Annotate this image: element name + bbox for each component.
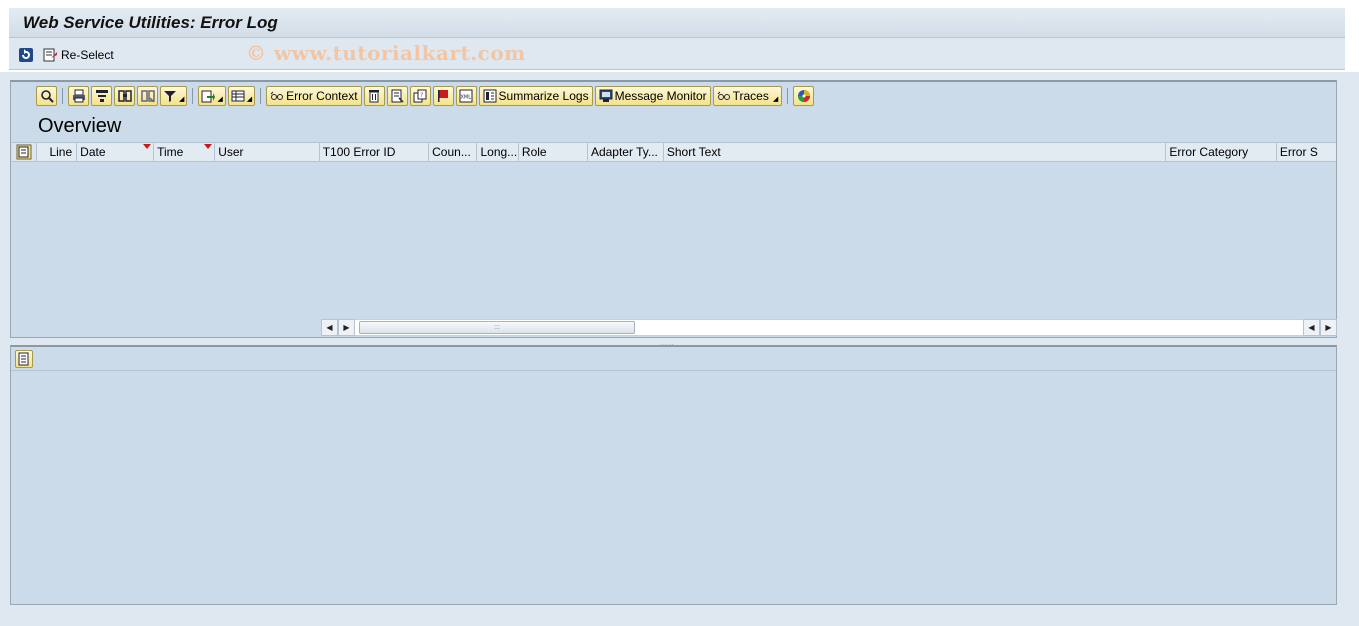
scroll-thumb[interactable]: :::: [359, 320, 635, 334]
layout-icon: [231, 90, 245, 102]
find-next-button[interactable]: [137, 86, 158, 106]
sort-button[interactable]: [91, 86, 112, 106]
find-next-icon: [140, 90, 155, 103]
error-context-button[interactable]: Error Context: [266, 86, 362, 106]
toolbar-separator: [260, 88, 262, 104]
reselect-button[interactable]: Re-Select: [43, 46, 114, 64]
flag-icon: [438, 90, 449, 102]
column-header-error-category[interactable]: Error Category: [1166, 143, 1277, 161]
copy-document-button[interactable]: ?: [409, 86, 431, 106]
dropdown-arrow-icon: ◢: [217, 96, 223, 103]
svg-text:XML: XML: [461, 95, 472, 101]
grid-header: Line Date Time User T100 Error ID Coun..…: [12, 142, 1336, 162]
column-header-user[interactable]: User: [215, 143, 320, 161]
print-button[interactable]: [68, 86, 89, 106]
content-area: ◢ ◢ ◢ Error Context ? XML Summarize Logs…: [0, 72, 1359, 626]
watermark: © www.tutorialkart.com: [246, 41, 526, 65]
column-header-date[interactable]: Date: [77, 143, 155, 161]
layout-button[interactable]: ◢: [227, 86, 256, 106]
message-monitor-button[interactable]: Message Monitor: [594, 86, 711, 106]
scroll-page-left-button[interactable]: ◀: [1303, 318, 1320, 336]
glasses-icon: [270, 91, 284, 100]
reselect-label: Re-Select: [61, 48, 114, 62]
grid-toolbar: ◢ ◢ ◢ Error Context ? XML Summarize Logs…: [11, 83, 1336, 109]
column-layout-button[interactable]: [12, 143, 37, 161]
toolbar-separator: [192, 88, 194, 104]
trash-icon: [369, 90, 380, 103]
page-title: Web Service Utilities: Error Log: [23, 13, 278, 32]
error-context-label: Error Context: [286, 89, 358, 103]
detail-layout-button[interactable]: [15, 350, 33, 368]
column-header-adapter-type[interactable]: Adapter Ty...: [588, 143, 664, 161]
scroll-left-button[interactable]: ◀: [321, 318, 338, 336]
reselect-icon: [43, 48, 57, 61]
details-icon: [40, 90, 54, 103]
sort-icon: [95, 90, 108, 102]
dropdown-arrow-icon: ◢: [772, 96, 779, 103]
detail-grid-container: [10, 345, 1337, 605]
scroll-right-button[interactable]: ▶: [338, 318, 355, 336]
export-button[interactable]: ◢: [198, 86, 226, 106]
divider: [11, 370, 1336, 371]
layout-settings-icon: [18, 352, 29, 366]
scroll-track[interactable]: :::: [355, 318, 1303, 336]
monitor-icon: [599, 89, 613, 102]
scroll-page-right-button[interactable]: ▶: [1320, 318, 1337, 336]
column-header-error-s[interactable]: Error S: [1277, 143, 1336, 161]
find-button[interactable]: [114, 86, 135, 106]
overview-grid-container: ◢ ◢ ◢ Error Context ? XML Summarize Logs…: [10, 80, 1337, 338]
horizontal-scrollbar[interactable]: ◀ ▶ ::: ◀ ▶: [321, 318, 1337, 336]
traces-label: Traces: [732, 89, 769, 103]
column-header-count[interactable]: Coun...: [429, 143, 478, 161]
summarize-logs-button[interactable]: Summarize Logs: [478, 86, 593, 106]
application-toolbar: Re-Select: [9, 38, 1345, 70]
column-header-role[interactable]: Role: [519, 143, 588, 161]
dropdown-arrow-icon: ◢: [246, 96, 253, 103]
column-header-t100-error-id[interactable]: T100 Error ID: [320, 143, 430, 161]
svg-text:?: ?: [420, 92, 423, 99]
delete-button[interactable]: [363, 86, 385, 106]
document-icon: [391, 89, 404, 103]
xml-icon: XML: [459, 89, 473, 103]
execute-icon[interactable]: [18, 47, 34, 63]
filter-button[interactable]: ◢: [160, 86, 188, 106]
column-header-short-text[interactable]: Short Text: [664, 143, 1167, 161]
xml-button[interactable]: XML: [455, 86, 477, 106]
traces-button[interactable]: Traces ◢: [712, 86, 783, 106]
print-icon: [72, 89, 85, 103]
export-icon: [201, 90, 216, 103]
column-header-line[interactable]: Line: [37, 143, 78, 161]
overview-title: Overview: [38, 115, 122, 137]
sort-indicator-icon: [204, 144, 213, 149]
toolbar-separator: [62, 88, 63, 104]
glasses-icon: [717, 91, 730, 100]
layout-settings-icon: [16, 144, 32, 160]
sort-indicator-icon: [143, 144, 152, 149]
display-document-button[interactable]: [386, 86, 408, 106]
flag-button[interactable]: [432, 86, 454, 106]
find-icon: [117, 90, 132, 102]
column-header-time[interactable]: Time: [154, 143, 216, 161]
details-button[interactable]: [36, 86, 57, 106]
graphic-button[interactable]: [793, 86, 815, 106]
summary-icon: [483, 89, 497, 103]
filter-icon: [164, 91, 176, 102]
message-monitor-label: Message Monitor: [614, 89, 707, 103]
toolbar-separator: [787, 88, 789, 104]
column-header-long[interactable]: Long...: [477, 143, 519, 161]
color-wheel-icon: [797, 90, 810, 102]
summarize-logs-label: Summarize Logs: [498, 89, 589, 103]
copy-document-icon: ?: [413, 89, 427, 103]
dropdown-arrow-icon: ◢: [179, 96, 185, 103]
title-bar: Web Service Utilities: Error Log: [9, 8, 1345, 38]
